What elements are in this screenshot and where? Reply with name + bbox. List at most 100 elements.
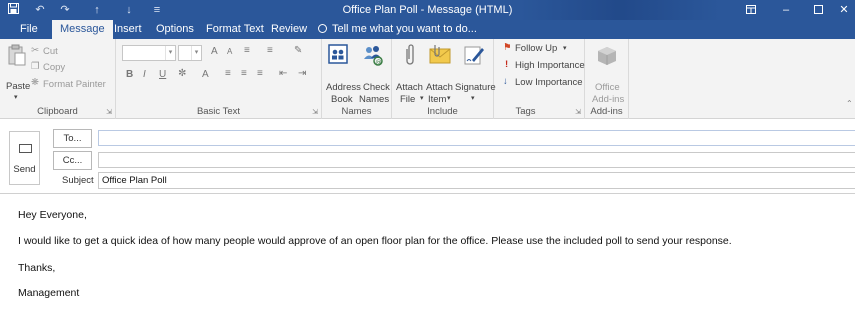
ribbon-tabs: File Message Insert Options Format Text … — [0, 20, 855, 39]
attach-file-button-line2[interactable]: File — [400, 94, 415, 105]
format-painter-icon[interactable]: ❋ — [31, 77, 39, 88]
tab-options[interactable]: Options — [154, 20, 196, 39]
tags-group: ⚑ Follow Up ▾ ! High Importance ↓ Low Im… — [494, 39, 585, 119]
minimize-icon[interactable]: – — [772, 0, 800, 20]
increase-indent-icon[interactable]: ⇥ — [298, 68, 306, 79]
body-paragraph: I would like to get a quick idea of how … — [18, 235, 732, 247]
envelope-attach-icon[interactable] — [429, 44, 451, 66]
title-bar: ↶ ↷ ↑ ↓ ≡ Office Plan Poll - Message (HT… — [0, 0, 855, 20]
high-importance-button[interactable]: High Importance — [515, 60, 585, 71]
address-book-button-line2[interactable]: Book — [331, 94, 353, 105]
tab-review[interactable]: Review — [269, 20, 309, 39]
font-size-select[interactable]: ▾ — [178, 45, 202, 61]
copy-button[interactable]: Copy — [43, 62, 65, 73]
font-color-button[interactable]: A — [202, 69, 209, 80]
follow-up-dropdown-icon[interactable]: ▾ — [563, 44, 567, 52]
message-body[interactable]: Hey Everyone, I would like to get a quic… — [0, 194, 855, 318]
tags-group-label: Tags — [515, 106, 536, 117]
svg-text:@: @ — [376, 59, 382, 66]
basic-text-group-label: Basic Text — [196, 106, 241, 117]
cut-button[interactable]: Cut — [43, 46, 58, 57]
addins-group: Office Add-ins Add-ins — [585, 39, 629, 119]
highlight-icon[interactable]: ✼ — [178, 68, 186, 79]
check-names-button-line2[interactable]: Names — [359, 94, 389, 105]
numbering-icon[interactable]: ≡ — [267, 45, 273, 56]
office-addins-button-line1[interactable]: Office — [595, 82, 620, 93]
include-group: Attach File ▾ Attach Item ▾ Signature ▾ … — [392, 39, 496, 119]
format-painter-button[interactable]: Format Painter — [43, 79, 106, 90]
copy-icon[interactable]: ❐ — [31, 61, 40, 72]
address-book-icon[interactable] — [327, 43, 349, 65]
window-title: Office Plan Poll - Message (HTML) — [342, 4, 513, 16]
office-addins-icon[interactable] — [596, 45, 618, 67]
address-book-button-line1[interactable]: Address — [326, 82, 361, 93]
ribbon-display-icon[interactable] — [737, 0, 765, 20]
attach-item-dropdown-icon[interactable]: ▾ — [447, 94, 451, 102]
tab-format-text[interactable]: Format Text — [204, 20, 266, 39]
tell-me-box[interactable]: Tell me what you want to do... — [318, 20, 477, 39]
clipboard-group-label: Clipboard — [37, 106, 78, 117]
align-center-icon[interactable]: ≡ — [241, 68, 247, 79]
cc-button[interactable]: Cc... — [53, 151, 92, 170]
subject-label: Subject — [62, 175, 94, 186]
check-names-icon[interactable]: @ — [361, 43, 385, 67]
subject-field[interactable]: Office Plan Poll — [98, 172, 855, 189]
italic-button[interactable]: I — [143, 69, 146, 80]
close-icon[interactable]: ✕ — [833, 0, 855, 20]
lightbulb-icon — [318, 24, 327, 33]
align-left-icon[interactable]: ≡ — [225, 68, 231, 79]
underline-button[interactable]: U — [159, 69, 166, 80]
clipboard-group: Paste ▾ ✂ Cut ❐ Copy ❋ Format Painter Cl… — [0, 39, 116, 119]
to-field[interactable] — [98, 130, 855, 146]
signature-button[interactable]: Signature — [455, 82, 496, 93]
high-importance-icon[interactable]: ! — [505, 59, 508, 70]
cc-field[interactable] — [98, 152, 855, 168]
basic-text-group: ▾ ▾ A A ≡ ≡ ✎ B I U ✼ A ≡ ≡ ≡ ⇤ ⇥ Basic … — [116, 39, 322, 119]
ribbon-collapse-icon[interactable]: ⌃ — [846, 99, 853, 108]
clear-formatting-icon[interactable]: ✎ — [294, 45, 302, 56]
signature-line: Management — [18, 287, 80, 299]
signature-icon[interactable] — [463, 44, 485, 66]
attach-item-button-line1[interactable]: Attach — [426, 82, 453, 93]
tab-insert[interactable]: Insert — [112, 20, 144, 39]
low-importance-icon[interactable]: ↓ — [503, 76, 508, 87]
signature-dropdown-icon[interactable]: ▾ — [471, 94, 475, 102]
low-importance-button[interactable]: Low Importance — [515, 77, 583, 88]
paste-icon[interactable] — [8, 44, 26, 66]
tab-file[interactable]: File — [18, 20, 40, 39]
tell-me-text: Tell me what you want to do... — [332, 23, 477, 35]
cut-icon[interactable]: ✂ — [31, 45, 39, 56]
paste-button[interactable]: Paste — [6, 81, 30, 92]
align-right-icon[interactable]: ≡ — [257, 68, 263, 79]
to-button[interactable]: To... — [53, 129, 92, 148]
paste-dropdown-icon[interactable]: ▾ — [14, 93, 18, 101]
follow-up-flag-icon[interactable]: ⚑ — [503, 42, 512, 53]
attach-file-dropdown-icon[interactable]: ▾ — [420, 94, 424, 102]
font-name-select[interactable]: ▾ — [122, 45, 176, 61]
office-addins-button-line2[interactable]: Add-ins — [592, 94, 624, 105]
send-label: Send — [13, 164, 36, 175]
closing-line: Thanks, — [18, 262, 56, 274]
bullets-icon[interactable]: ≡ — [244, 45, 250, 56]
include-group-label: Include — [427, 106, 458, 117]
shrink-font-button[interactable]: A — [227, 47, 232, 56]
chevron-down-icon: ▾ — [165, 46, 175, 60]
addins-group-label: Add-ins — [590, 106, 623, 117]
tab-message[interactable]: Message — [52, 20, 113, 39]
attach-item-button-line2[interactable]: Item — [428, 94, 446, 105]
send-button[interactable]: Send — [9, 131, 40, 185]
basic-text-launcher-icon[interactable]: ⇲ — [312, 108, 318, 116]
grow-font-button[interactable]: A — [211, 46, 218, 57]
tags-launcher-icon[interactable]: ⇲ — [575, 108, 581, 116]
attach-file-button-line1[interactable]: Attach — [396, 82, 423, 93]
paperclip-icon[interactable] — [403, 43, 417, 67]
check-names-button-line1[interactable]: Check — [363, 82, 390, 93]
chevron-down-icon: ▾ — [191, 46, 201, 60]
send-envelope-icon — [19, 144, 32, 153]
maximize-icon[interactable] — [804, 0, 832, 20]
decrease-indent-icon[interactable]: ⇤ — [279, 68, 287, 79]
clipboard-launcher-icon[interactable]: ⇲ — [106, 108, 112, 116]
follow-up-button[interactable]: Follow Up — [515, 43, 557, 54]
names-group: Address Book @ Check Names Names — [322, 39, 392, 119]
bold-button[interactable]: B — [126, 69, 133, 80]
